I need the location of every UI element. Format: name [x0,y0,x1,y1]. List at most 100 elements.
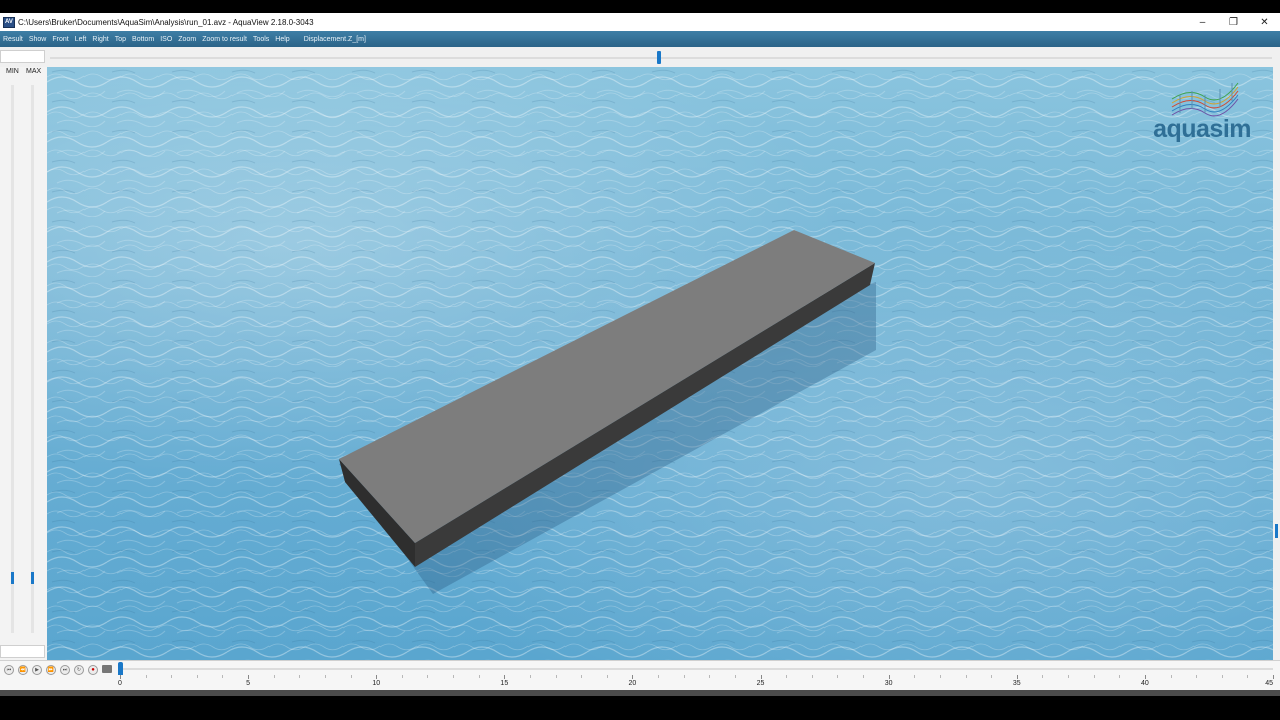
timeline-tick [1273,675,1274,679]
restore-button[interactable]: ❐ [1218,13,1249,31]
max-slider-thumb[interactable] [31,572,34,584]
result-type-selector[interactable]: Displacement.Z_[m] [301,36,369,43]
timeline-tick [965,675,967,678]
timeline-tick-label: 15 [500,680,509,687]
right-scroll-panel [1273,67,1280,660]
timeline-tick [478,675,480,678]
loop-icon[interactable]: ↻ [74,665,84,675]
camera-icon[interactable] [102,665,112,673]
top-value-field[interactable] [0,50,45,63]
3d-viewport[interactable]: aquasim [47,67,1273,660]
timeline-tick [529,675,531,678]
close-button[interactable]: ✕ [1249,13,1280,31]
timeline-tick [863,675,865,678]
previous-frame-icon[interactable]: ⏪ [18,665,28,675]
timeline-tick [734,675,736,678]
timeline-tick [273,675,275,678]
timeline-tick [120,675,121,679]
timeline-tick [811,675,813,678]
menu-iso[interactable]: ISO [157,36,175,43]
first-frame-icon[interactable]: ⏮ [4,665,14,675]
timeline-thumb[interactable] [118,662,123,675]
timeline-ticks: 0 5 10 15 20 25 30 35 40 45 [0,675,1280,691]
timeline-tick [1247,675,1249,678]
timeline-tick [581,675,583,678]
top-slider-strip [0,47,1280,68]
letterbox-bottom [0,696,1280,720]
timeline-tick-label: 35 [1012,680,1021,687]
timeline-tick [914,675,916,678]
timeline-tick [939,675,941,678]
aquasim-logo: aquasim [1153,77,1251,147]
top-slider-thumb[interactable] [657,51,661,64]
timeline-tick [1144,675,1146,679]
menu-tools[interactable]: Tools [250,36,272,43]
timeline-tick [888,675,890,679]
min-slider-thumb[interactable] [11,572,14,584]
max-label: MAX [26,68,42,75]
scene [47,67,1273,660]
top-slider-track[interactable] [50,57,1272,59]
timeline-tick [504,675,506,679]
timeline-tick [606,675,608,678]
min-label: MIN [6,68,19,75]
menu-top[interactable]: Top [112,36,129,43]
timeline-tick [401,675,403,678]
play-icon[interactable]: ▶ [32,665,42,675]
record-icon[interactable]: ● [88,665,98,675]
timeline-tick [632,675,634,679]
menu-zoom-to-result[interactable]: Zoom to result [199,36,250,43]
timeline-track[interactable] [120,668,1273,670]
timeline-tick [760,675,762,679]
menu-bar: Result Show Front Left Right Top Bottom … [0,31,1280,47]
timeline-tick-label: 40 [1140,680,1149,687]
timeline-tick [1068,675,1070,678]
timeline-tick [145,675,147,678]
title-bar: AV C:\Users\Bruker\Documents\AquaSim\Ana… [0,13,1280,31]
timeline-tick [427,675,429,678]
timeline-tick [171,675,173,678]
timeline-tick [1016,675,1018,679]
timeline-tick-label: 20 [628,680,637,687]
timeline-bar: ⏮ ⏪ ▶ ⏩ ⏭ ↻ ● 0 5 10 15 20 25 30 35 40 45 [0,660,1280,691]
next-frame-icon[interactable]: ⏩ [46,665,56,675]
timeline-tick [683,675,685,678]
timeline-tick [453,675,455,678]
timeline-tick [1170,675,1172,678]
timeline-tick-label: 25 [756,680,765,687]
timeline-tick [350,675,352,678]
menu-right[interactable]: Right [89,36,111,43]
range-value-field[interactable] [0,645,45,658]
minimize-button[interactable]: – [1187,13,1218,31]
right-slider-thumb[interactable] [1275,524,1278,538]
min-slider-track[interactable] [11,85,14,633]
timeline-tick [248,675,250,679]
menu-bottom[interactable]: Bottom [129,36,157,43]
menu-show[interactable]: Show [26,36,50,43]
max-slider-track[interactable] [31,85,34,633]
timeline-tick [196,675,198,678]
last-frame-icon[interactable]: ⏭ [60,665,70,675]
timeline-tick [1196,675,1198,678]
menu-help[interactable]: Help [272,36,292,43]
timeline-tick [658,675,660,678]
timeline-tick [299,675,301,678]
timeline-tick-label: 0 [118,680,122,687]
timeline-tick [991,675,993,678]
timeline-tick [1221,675,1223,678]
timeline-tick [555,675,557,678]
timeline-tick [709,675,711,678]
menu-front[interactable]: Front [49,36,71,43]
timeline-tick [1093,675,1095,678]
timeline-tick-label: 30 [884,680,893,687]
timeline-tick [376,675,378,679]
timeline-tick [837,675,839,678]
timeline-tick [1042,675,1044,678]
menu-left[interactable]: Left [72,36,90,43]
timeline-tick [786,675,788,678]
logo-mesh-icon [1171,82,1239,117]
timeline-tick [1119,675,1121,678]
menu-zoom[interactable]: Zoom [175,36,199,43]
letterbox-top [0,0,1280,13]
menu-result[interactable]: Result [0,36,26,43]
